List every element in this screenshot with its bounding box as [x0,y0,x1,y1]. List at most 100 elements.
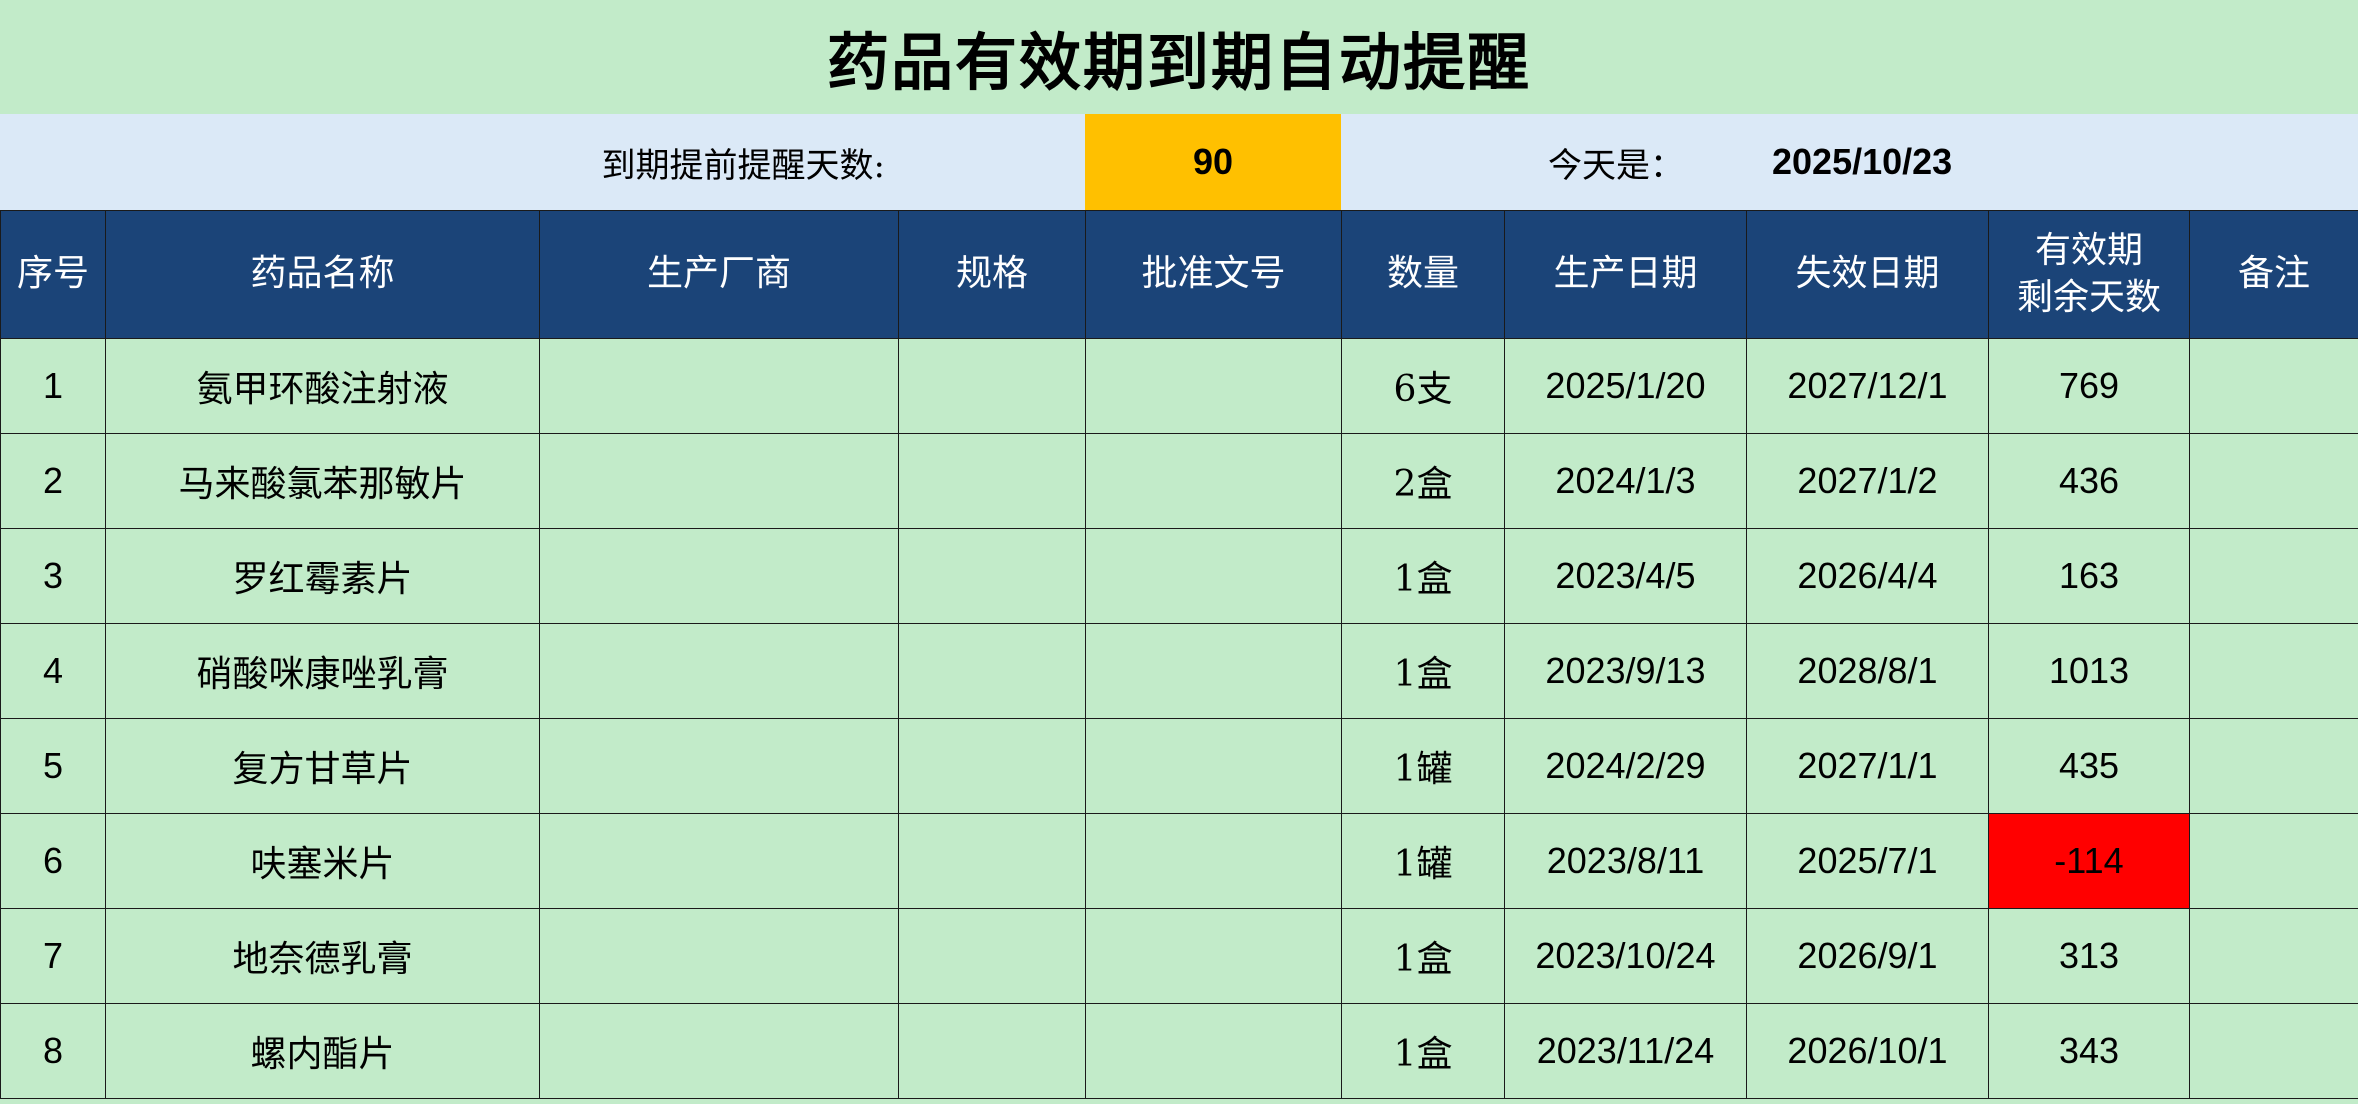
cell-quantity[interactable]: 2盒 [1341,433,1505,529]
cell-expiry-date[interactable]: 2027/1/2 [1746,433,1989,529]
cell-manufacturer[interactable] [539,433,899,529]
cell-approval[interactable] [1085,528,1342,624]
table-row: 7 地奈德乳膏 1盒 2023/10/24 2026/9/1 313 [0,908,2358,1004]
cell-approval[interactable] [1085,718,1342,814]
cell-production-date[interactable]: 2023/11/24 [1504,1003,1747,1099]
cell-production-date[interactable]: 2023/9/13 [1504,623,1747,719]
cell-expiry-date[interactable]: 2026/10/1 [1746,1003,1989,1099]
cell-index[interactable]: 3 [0,528,106,624]
cell-production-date[interactable]: 2025/1/20 [1504,338,1747,434]
header-expiry-date[interactable]: 失效日期 [1746,210,1989,339]
cell-note[interactable] [2189,718,2358,814]
cell-spec[interactable] [898,813,1086,909]
cell-manufacturer[interactable] [539,338,899,434]
cell-approval[interactable] [1085,813,1342,909]
cell-name[interactable]: 螺内酯片 [105,1003,540,1099]
cell-remaining-days[interactable]: 769 [1988,338,2190,434]
cell-approval[interactable] [1085,433,1342,529]
cell-manufacturer[interactable] [539,623,899,719]
cell-index[interactable]: 6 [0,813,106,909]
cell-quantity[interactable]: 1盒 [1341,908,1505,1004]
cell-remaining-days[interactable]: 343 [1988,1003,2190,1099]
cell-quantity[interactable]: 1盒 [1341,528,1505,624]
cell-manufacturer[interactable] [539,1003,899,1099]
cell-spec[interactable] [898,718,1086,814]
table-row: 6 呋塞米片 1罐 2023/8/11 2025/7/1 -114 [0,813,2358,909]
cell-index[interactable]: 1 [0,338,106,434]
sheet-title: 药品有效期到期自动提醒 [826,26,1531,99]
header-production-date[interactable]: 生产日期 [1504,210,1747,339]
cell-name[interactable]: 复方甘草片 [105,718,540,814]
cell-manufacturer[interactable] [539,813,899,909]
cell-spec[interactable] [898,338,1086,434]
cell-note[interactable] [2189,908,2358,1004]
cell-remaining-days[interactable]: 436 [1988,433,2190,529]
cell-quantity[interactable]: 1盒 [1341,623,1505,719]
cell-name[interactable]: 硝酸咪康唑乳膏 [105,623,540,719]
cell-manufacturer[interactable] [539,718,899,814]
cell-index[interactable]: 2 [0,433,106,529]
cell-expiry-date[interactable]: 2027/1/1 [1746,718,1989,814]
cell-note[interactable] [2189,528,2358,624]
cell-remaining-days[interactable]: -114 [1988,813,2190,909]
cell-name[interactable]: 罗红霉素片 [105,528,540,624]
today-date-cell[interactable]: 2025/10/23 [1772,114,2012,210]
cell-approval[interactable] [1085,908,1342,1004]
header-note[interactable]: 备注 [2189,210,2358,339]
cell-manufacturer[interactable] [539,528,899,624]
cell-quantity[interactable]: 6支 [1341,338,1505,434]
cell-name[interactable]: 马来酸氯苯那敏片 [105,433,540,529]
cell-name[interactable]: 氨甲环酸注射液 [105,338,540,434]
title-cell[interactable]: 药品有效期到期自动提醒 [0,0,2358,114]
cell-quantity[interactable]: 1盒 [1341,1003,1505,1099]
header-quantity[interactable]: 数量 [1341,210,1505,339]
cell-note[interactable] [2189,1003,2358,1099]
cell-production-date[interactable]: 2023/10/24 [1504,908,1747,1004]
cell-production-date[interactable]: 2024/2/29 [1504,718,1747,814]
cell-spec[interactable] [898,433,1086,529]
today-label-cell[interactable]: 今天是： [1548,114,1708,210]
cell-remaining-days[interactable]: 1013 [1988,623,2190,719]
cell-name[interactable]: 地奈德乳膏 [105,908,540,1004]
cell-approval[interactable] [1085,1003,1342,1099]
cell-expiry-date[interactable]: 2028/8/1 [1746,623,1989,719]
reminder-days-input-cell[interactable]: 90 [1085,114,1341,210]
cell-expiry-date[interactable]: 2027/12/1 [1746,338,1989,434]
header-index[interactable]: 序号 [0,210,106,339]
cell-name[interactable]: 呋塞米片 [105,813,540,909]
cell-expiry-date[interactable]: 2026/9/1 [1746,908,1989,1004]
header-name[interactable]: 药品名称 [105,210,540,339]
cell-production-date[interactable]: 2023/8/11 [1504,813,1747,909]
reminder-days-label-cell[interactable]: 到期提前提醒天数: [0,114,1085,210]
cell-note[interactable] [2189,433,2358,529]
cell-production-date[interactable]: 2023/4/5 [1504,528,1747,624]
cell-expiry-date[interactable]: 2025/7/1 [1746,813,1989,909]
cell-quantity[interactable]: 1罐 [1341,718,1505,814]
header-manufacturer[interactable]: 生产厂商 [539,210,899,339]
cell-production-date[interactable]: 2024/1/3 [1504,433,1747,529]
header-approval[interactable]: 批准文号 [1085,210,1342,339]
cell-remaining-days[interactable]: 163 [1988,528,2190,624]
cell-note[interactable] [2189,338,2358,434]
cell-index[interactable]: 7 [0,908,106,1004]
cell-expiry-date[interactable]: 2026/4/4 [1746,528,1989,624]
cell-approval[interactable] [1085,623,1342,719]
header-spec[interactable]: 规格 [898,210,1086,339]
cell-spec[interactable] [898,528,1086,624]
header-remaining-days[interactable]: 有效期 剩余天数 [1988,210,2190,339]
cell-remaining-days[interactable]: 435 [1988,718,2190,814]
cell-spec[interactable] [898,908,1086,1004]
cell-index[interactable]: 4 [0,623,106,719]
cell-spec[interactable] [898,623,1086,719]
cell-manufacturer[interactable] [539,908,899,1004]
cell-approval[interactable] [1085,338,1342,434]
cell-remaining-days[interactable]: 313 [1988,908,2190,1004]
cell-quantity[interactable]: 1罐 [1341,813,1505,909]
table-row: 8 螺内酯片 1盒 2023/11/24 2026/10/1 343 [0,1003,2358,1099]
cell-note[interactable] [2189,813,2358,909]
header-remaining-line1: 有效期 [2034,229,2143,271]
cell-note[interactable] [2189,623,2358,719]
cell-index[interactable]: 5 [0,718,106,814]
cell-index[interactable]: 8 [0,1003,106,1099]
cell-spec[interactable] [898,1003,1086,1099]
